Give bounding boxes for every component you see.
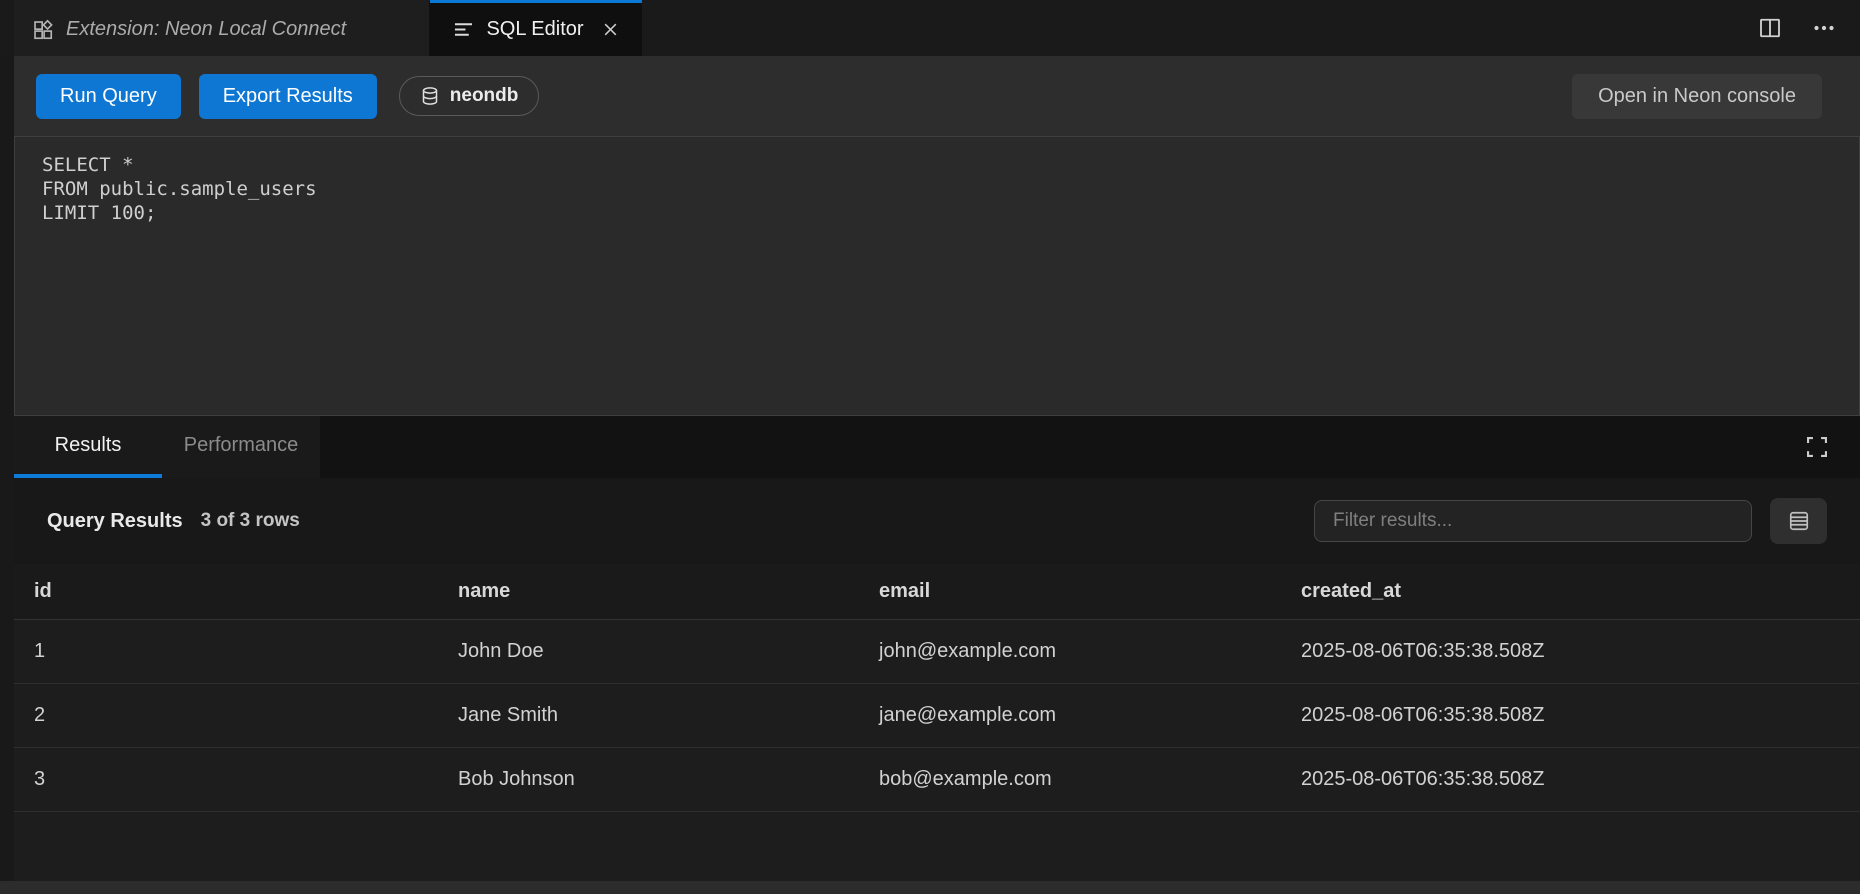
tab-extension-label: Extension: Neon Local Connect [66,18,346,41]
extensions-icon [32,19,54,41]
table-header-created-at: created_at [1301,580,1860,603]
row-count: 3 of 3 rows [201,510,300,532]
view-mode-button[interactable] [1770,498,1827,544]
table-cell-email: bob@example.com [879,768,1301,791]
open-neon-console-button[interactable]: Open in Neon console [1572,74,1822,119]
query-toolbar: Run Query Export Results neondb Open in … [14,56,1860,136]
table-header-name: name [458,580,879,603]
database-name: neondb [450,85,519,107]
export-results-button[interactable]: Export Results [199,74,377,119]
table-cell-created-at: 2025-08-06T06:35:38.508Z [1301,704,1860,727]
table-cell-email: john@example.com [879,640,1301,663]
sql-editor[interactable]: SELECT * FROM public.sample_users LIMIT … [14,136,1860,416]
results-tab-strip: Results Performance [14,416,1860,478]
tabbar-actions [1758,0,1860,56]
more-actions-icon[interactable] [1812,16,1836,40]
table-cell-name: Bob Johnson [458,768,879,791]
table-cell-id: 3 [34,768,458,791]
run-query-button[interactable]: Run Query [36,74,181,119]
horizontal-scrollbar-track[interactable] [0,881,1860,894]
table-header-row: id name email created_at [14,564,1860,620]
table-header-email: email [879,580,1301,603]
database-icon [420,86,440,106]
tab-results[interactable]: Results [14,416,162,478]
results-bar-actions [1314,498,1827,544]
results-table: id name email created_at 1 John Doe john… [14,564,1860,894]
table-header-id: id [34,580,458,603]
rows-list-icon [1787,509,1811,533]
table-row: 1 John Doe john@example.com 2025-08-06T0… [14,620,1860,684]
table-cell-id: 1 [34,640,458,663]
list-lines-icon [453,19,474,40]
sql-editor-panel: Run Query Export Results neondb Open in … [14,56,1860,894]
table-cell-name: Jane Smith [458,704,879,727]
query-results-bar: Query Results 3 of 3 rows [14,478,1860,564]
tab-sql-editor[interactable]: SQL Editor [430,0,642,56]
table-cell-created-at: 2025-08-06T06:35:38.508Z [1301,768,1860,791]
editor-tab-bar: Extension: Neon Local Connect SQL Editor [0,0,1860,56]
expand-fullscreen-icon[interactable] [1804,434,1830,460]
table-cell-email: jane@example.com [879,704,1301,727]
table-cell-name: John Doe [458,640,879,663]
split-editor-icon[interactable] [1758,16,1782,40]
tab-sql-label: SQL Editor [486,18,583,41]
sql-query-text: SELECT * FROM public.sample_users LIMIT … [42,154,1839,226]
tab-performance[interactable]: Performance [162,416,320,478]
strip-spacer [320,416,1804,478]
database-selector[interactable]: neondb [399,76,540,116]
tab-extension-neon-local-connect[interactable]: Extension: Neon Local Connect [14,0,430,56]
filter-results-input[interactable] [1314,500,1752,542]
query-results-title: Query Results [47,510,183,533]
close-tab-icon[interactable] [602,21,619,38]
table-cell-id: 2 [34,704,458,727]
table-row: 3 Bob Johnson bob@example.com 2025-08-06… [14,748,1860,812]
table-cell-created-at: 2025-08-06T06:35:38.508Z [1301,640,1860,663]
table-row: 2 Jane Smith jane@example.com 2025-08-06… [14,684,1860,748]
